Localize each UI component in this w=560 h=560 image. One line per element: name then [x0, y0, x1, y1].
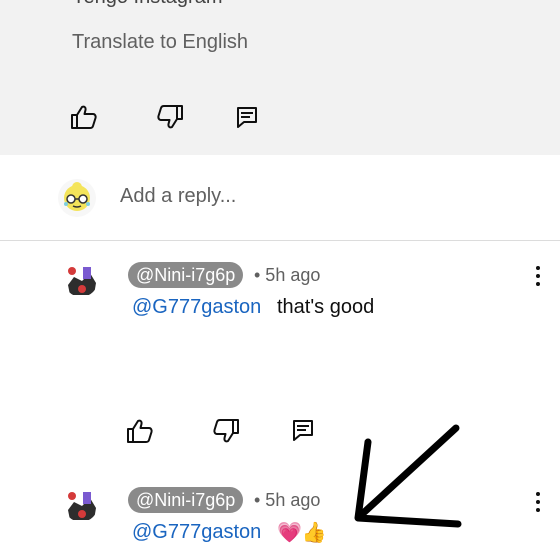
reply-icon[interactable] [236, 106, 258, 128]
comment-emoji: 💗👍 [277, 522, 327, 544]
comment-time: • 5h ago [254, 265, 321, 285]
avatar[interactable] [64, 488, 98, 522]
comment-text: that's good [277, 296, 375, 318]
avatar[interactable] [58, 179, 96, 217]
mention-link[interactable]: @G777gaston [132, 521, 261, 544]
more-icon[interactable] [535, 266, 541, 288]
like-icon[interactable] [70, 104, 98, 130]
divider [0, 240, 560, 241]
parent-comment-section [0, 0, 560, 155]
dislike-icon[interactable] [212, 418, 240, 444]
avatar-nini-image [64, 263, 98, 297]
avatar-nini-image [64, 488, 98, 522]
arrow-annotation [354, 424, 462, 528]
reply-icon[interactable] [292, 419, 314, 441]
dislike-icon[interactable] [156, 104, 184, 130]
translate-button[interactable]: Translate to English [72, 31, 248, 54]
avatar[interactable] [64, 263, 98, 297]
mention-link[interactable]: @G777gaston [132, 296, 261, 319]
avatar-self-image [64, 182, 90, 211]
more-icon[interactable] [535, 492, 541, 514]
comment-author[interactable]: @Nini-i7g6p [128, 487, 244, 513]
comment-time: • 5h ago [254, 490, 321, 510]
parent-comment-text: Yengo Instagram [72, 0, 222, 9]
comment-author[interactable]: @Nini-i7g6p [128, 262, 244, 288]
like-icon[interactable] [126, 418, 154, 444]
reply-input[interactable]: Add a reply... [120, 185, 236, 208]
